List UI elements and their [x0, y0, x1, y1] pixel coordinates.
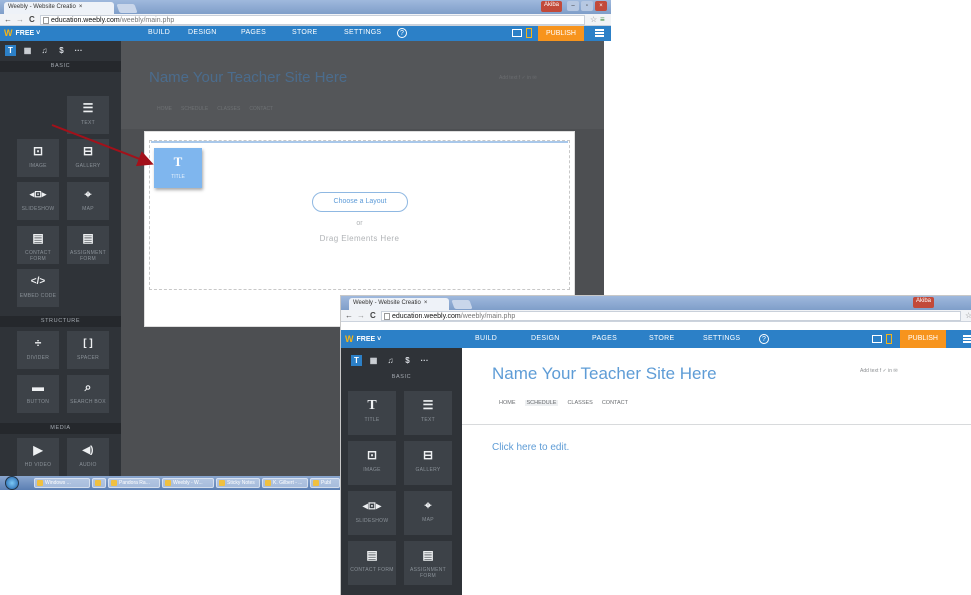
element-tile-image[interactable]: ⊡ IMAGE [348, 441, 396, 485]
url-host: education.weebly.com [392, 313, 461, 320]
form-icon: ▤ [366, 548, 378, 562]
title-element-placeholder[interactable]: Click here to edit. [492, 442, 569, 453]
tab-title: Weebly - Website Creatio [353, 300, 421, 306]
publish-button[interactable]: PUBLISH [900, 330, 946, 348]
nav-build[interactable]: BUILD [475, 335, 497, 342]
tile-label: SLIDESHOW [355, 518, 389, 524]
header-divider [462, 424, 971, 425]
nav-design[interactable]: DESIGN [531, 335, 560, 342]
address-row: ← → C education.weebly.com/weebly/main.p… [341, 310, 971, 322]
element-tile-contact-form[interactable]: ▤ CONTACT FORM [348, 541, 396, 585]
element-tile-gallery[interactable]: ⊟ GALLERY [404, 441, 452, 485]
start-button-icon[interactable] [5, 476, 19, 490]
tile-label: TEXT [421, 417, 435, 423]
element-tile-title[interactable]: T TITLE [348, 391, 396, 435]
tile-label: TITLE [364, 417, 380, 423]
tile-label: IMAGE [363, 467, 381, 473]
elements-sidebar: T ▦ ♫ $ ··· BASIC T TITLE ☰ TEXT ⊡ IMAGE ⊟ G… [341, 348, 462, 595]
taskbar-item[interactable]: Weebly - W... [162, 478, 214, 488]
text-icon: ☰ [422, 398, 434, 412]
taskbar-item[interactable]: Publ [310, 478, 340, 488]
weebly-logo-icon: W [345, 334, 354, 344]
tile-label: GALLERY [415, 467, 441, 473]
back-icon[interactable]: ← [345, 310, 353, 322]
taskbar-item[interactable] [92, 478, 106, 488]
site-nav-schedule[interactable]: SCHEDULE [524, 400, 559, 406]
tab-close-icon[interactable]: × [424, 300, 428, 306]
new-tab-button[interactable] [451, 300, 473, 309]
tile-label: CONTACT FORM [350, 567, 394, 573]
site-title[interactable]: Name Your Teacher Site Here [492, 364, 717, 384]
taskbar-item[interactable]: Windows ... [34, 478, 90, 488]
tile-label: MAP [422, 517, 434, 523]
reload-icon[interactable]: C [370, 310, 376, 322]
map-icon: ⌖ [424, 498, 432, 512]
tile-label: ASSIGNMENT FORM [409, 567, 447, 579]
plan-label: FREE ˅ [356, 335, 382, 343]
element-tile-slideshow[interactable]: ◂⊡▸ SLIDESHOW [348, 491, 396, 535]
bookmark-star-icon[interactable]: ☆ [965, 310, 971, 322]
plan-menu[interactable]: W FREE ˅ [345, 334, 381, 344]
hamburger-menu-icon[interactable] [963, 335, 971, 343]
site-nav-home[interactable]: HOME [499, 400, 516, 406]
gallery-icon: ⊟ [422, 448, 434, 462]
nav-settings[interactable]: SETTINGS [703, 335, 740, 342]
site-canvas: Name Your Teacher Site Here Add text f ✓… [462, 354, 971, 595]
element-tile-text[interactable]: ☰ TEXT [404, 391, 452, 435]
header-social-text[interactable]: Add text f ✓ in ✉ [860, 368, 898, 374]
site-nav-contact[interactable]: CONTACT [602, 400, 628, 406]
element-tile-assignment-form[interactable]: ▤ ASSIGNMENT FORM [404, 541, 452, 585]
text-tools-tab[interactable]: T [351, 355, 362, 366]
image-icon: ⊡ [366, 448, 378, 462]
taskbar-item[interactable]: Pandora Ra... [108, 478, 160, 488]
media-tools-tab[interactable]: ♫ [385, 355, 396, 366]
mobile-view-icon[interactable] [886, 334, 892, 344]
browser-titlebar: Weebly - Website Creatio × Akiba [341, 296, 971, 310]
layout-tools-tab[interactable]: ▦ [368, 355, 379, 366]
slideshow-icon: ◂⊡▸ [362, 501, 382, 512]
sidebar-tool-tabs: T ▦ ♫ $ ··· [351, 355, 430, 366]
desktop-view-icon[interactable] [872, 335, 882, 343]
taskbar-item[interactable]: K. Gilbert - ... [262, 478, 308, 488]
nav-pages[interactable]: PAGES [592, 335, 617, 342]
browser-tab[interactable]: Weebly - Website Creatio × [349, 298, 449, 310]
url-path: /weebly/main.php [460, 313, 516, 320]
site-nav: HOME SCHEDULE CLASSES CONTACT [499, 400, 628, 406]
more-tools-tab[interactable]: ··· [419, 355, 430, 366]
title-icon: T [367, 398, 377, 413]
url-bar[interactable]: education.weebly.com/weebly/main.php [381, 311, 961, 321]
screenshot-after-drop: Weebly - Website Creatio × Akiba ← → C ed… [340, 295, 971, 595]
page-icon [384, 313, 390, 320]
section-basic: BASIC [341, 372, 462, 383]
commerce-tools-tab[interactable]: $ [402, 355, 413, 366]
element-tile-map[interactable]: ⌖ MAP [404, 491, 452, 535]
help-icon[interactable]: ? [759, 334, 769, 344]
form-icon: ▤ [422, 548, 434, 562]
weebly-topbar: W FREE ˅ BUILD DESIGN PAGES STORE SETTING… [341, 330, 971, 348]
forward-icon[interactable]: → [357, 310, 365, 322]
taskbar-item[interactable]: Sticky Notes [216, 478, 260, 488]
nav-store[interactable]: STORE [649, 335, 675, 342]
site-nav-classes[interactable]: CLASSES [567, 400, 592, 406]
user-badge: Akiba [913, 297, 935, 308]
